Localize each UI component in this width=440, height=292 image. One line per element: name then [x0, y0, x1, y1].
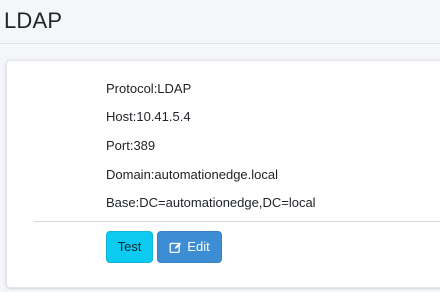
- edit-icon: [169, 241, 182, 253]
- edit-button-label: Edit: [187, 239, 210, 254]
- domain-field: Domain:automationedge.local: [106, 167, 278, 182]
- test-button-label: Test: [117, 239, 142, 254]
- base-field: Base:DC=automationedge,DC=local: [106, 195, 316, 210]
- page-header: LDAP: [0, 0, 440, 44]
- port-field: Port:389: [106, 138, 156, 153]
- card-divider: [34, 221, 440, 222]
- page-title: LDAP: [4, 8, 63, 33]
- ldap-details-card: Protocol:LDAP Host:10.41.5.4 Port:389 Do…: [6, 60, 440, 288]
- test-button[interactable]: Test: [106, 231, 153, 263]
- host-field: Host:10.41.5.4: [106, 109, 191, 124]
- protocol-field: Protocol:LDAP: [106, 81, 192, 96]
- edit-button[interactable]: Edit: [157, 231, 222, 263]
